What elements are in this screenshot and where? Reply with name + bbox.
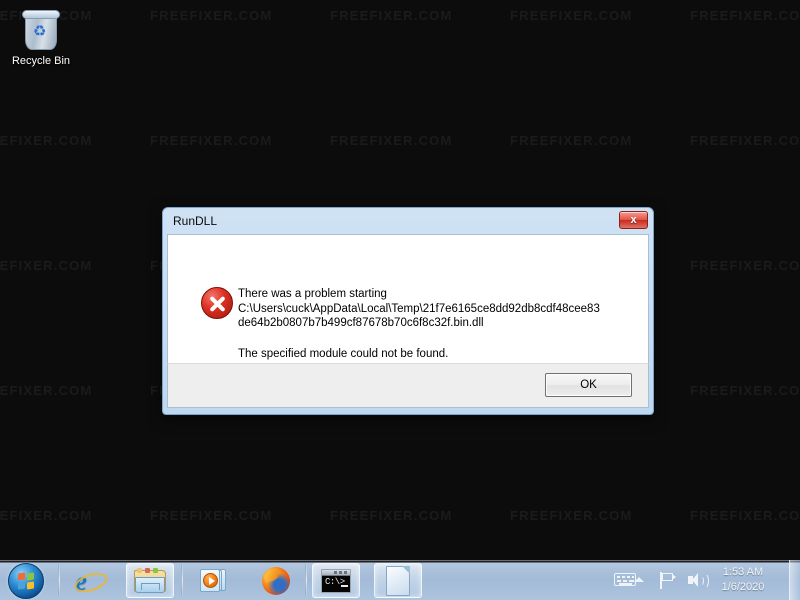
recycle-bin-icon: ♻ bbox=[20, 8, 62, 52]
rundll-error-dialog[interactable]: RunDLL x There was a problem starting C:… bbox=[162, 207, 654, 415]
taskbar-divider bbox=[305, 565, 307, 595]
taskbar-windows-media-player[interactable] bbox=[190, 563, 238, 598]
dialog-message: There was a problem starting C:\Users\cu… bbox=[238, 287, 638, 361]
desktop-background[interactable]: FREEFIXER.COM FREEFIXER.COM FREEFIXER.COM F… bbox=[0, 0, 800, 560]
watermark-text: FREEFIXER.COM bbox=[510, 133, 633, 148]
taskbar-divider bbox=[181, 565, 183, 595]
watermark-text: FREEFIXER.COM bbox=[330, 8, 453, 23]
ok-button[interactable]: OK bbox=[545, 373, 632, 397]
close-icon[interactable]: x bbox=[619, 211, 648, 229]
watermark-text: FREEFIXER.COM bbox=[150, 8, 273, 23]
dialog-body: There was a problem starting C:\Users\cu… bbox=[167, 234, 649, 363]
watermark-text: FREEFIXER.COM bbox=[330, 508, 453, 523]
watermark-text: FREEFIXER.COM bbox=[0, 383, 93, 398]
watermark-text: FREEFIXER.COM bbox=[690, 8, 800, 23]
message-line-2: The specified module could not be found. bbox=[238, 347, 449, 360]
taskbar-document[interactable] bbox=[374, 563, 422, 598]
firefox-icon bbox=[262, 566, 290, 595]
watermark-text: FREEFIXER.COM bbox=[0, 508, 93, 523]
error-x-icon bbox=[201, 287, 233, 319]
watermark-text: FREEFIXER.COM bbox=[690, 383, 800, 398]
watermark-text: FREEFIXER.COM bbox=[150, 508, 273, 523]
desktop-icon-recycle-bin[interactable]: ♻ Recycle Bin bbox=[8, 8, 74, 68]
dialog-title-bar[interactable]: RunDLL x bbox=[167, 208, 649, 234]
clock-time: 1:53 AM bbox=[722, 566, 764, 578]
tablet-input-panel-icon[interactable] bbox=[614, 573, 636, 586]
taskbar-command-prompt[interactable]: C:\> bbox=[312, 563, 360, 598]
media-player-icon bbox=[200, 568, 228, 594]
taskbar-windows-explorer[interactable] bbox=[126, 563, 174, 598]
internet-explorer-icon: e bbox=[72, 567, 110, 596]
watermark-text: FREEFIXER.COM bbox=[510, 8, 633, 23]
show-desktop-button[interactable] bbox=[789, 560, 800, 600]
taskbar[interactable]: e C:\> 1:53 AM 1/6/2020 bbox=[0, 560, 800, 600]
watermark-text: FREEFIXER.COM bbox=[690, 508, 800, 523]
watermark-text: FREEFIXER.COM bbox=[510, 508, 633, 523]
watermark-text: FREEFIXER.COM bbox=[690, 258, 800, 273]
watermark-text: FREEFIXER.COM bbox=[690, 133, 800, 148]
action-center-flag-icon[interactable] bbox=[660, 572, 676, 589]
command-prompt-icon: C:\> bbox=[321, 568, 351, 593]
folder-icon bbox=[134, 567, 166, 594]
volume-speaker-icon[interactable] bbox=[688, 572, 709, 589]
message-path-line-2: de64b2b0807b7b499cf87678b70c6f8c32f.bin.… bbox=[238, 317, 484, 329]
message-path-line-1: C:\Users\cuck\AppData\Local\Temp\21f7e61… bbox=[238, 302, 600, 315]
show-hidden-icons-chevron-up-icon[interactable] bbox=[634, 577, 644, 582]
dialog-title: RunDLL bbox=[173, 214, 218, 228]
dialog-footer: OK bbox=[167, 363, 649, 408]
clock-date: 1/6/2020 bbox=[721, 581, 765, 593]
watermark-text: FREEFIXER.COM bbox=[0, 258, 93, 273]
start-button[interactable] bbox=[4, 563, 48, 599]
taskbar-firefox[interactable] bbox=[252, 563, 300, 598]
message-line-1: There was a problem starting bbox=[238, 288, 387, 300]
document-icon bbox=[386, 565, 410, 596]
system-tray[interactable]: 1:53 AM 1/6/2020 bbox=[600, 560, 800, 600]
taskbar-clock[interactable]: 1:53 AM 1/6/2020 bbox=[708, 565, 778, 595]
watermark-text: FREEFIXER.COM bbox=[0, 133, 93, 148]
taskbar-divider bbox=[58, 565, 60, 595]
desktop-icon-label: Recycle Bin bbox=[11, 55, 71, 67]
watermark-text: FREEFIXER.COM bbox=[150, 133, 273, 148]
taskbar-internet-explorer[interactable]: e bbox=[66, 563, 114, 598]
watermark-text: FREEFIXER.COM bbox=[330, 133, 453, 148]
windows-logo-icon bbox=[8, 563, 44, 599]
